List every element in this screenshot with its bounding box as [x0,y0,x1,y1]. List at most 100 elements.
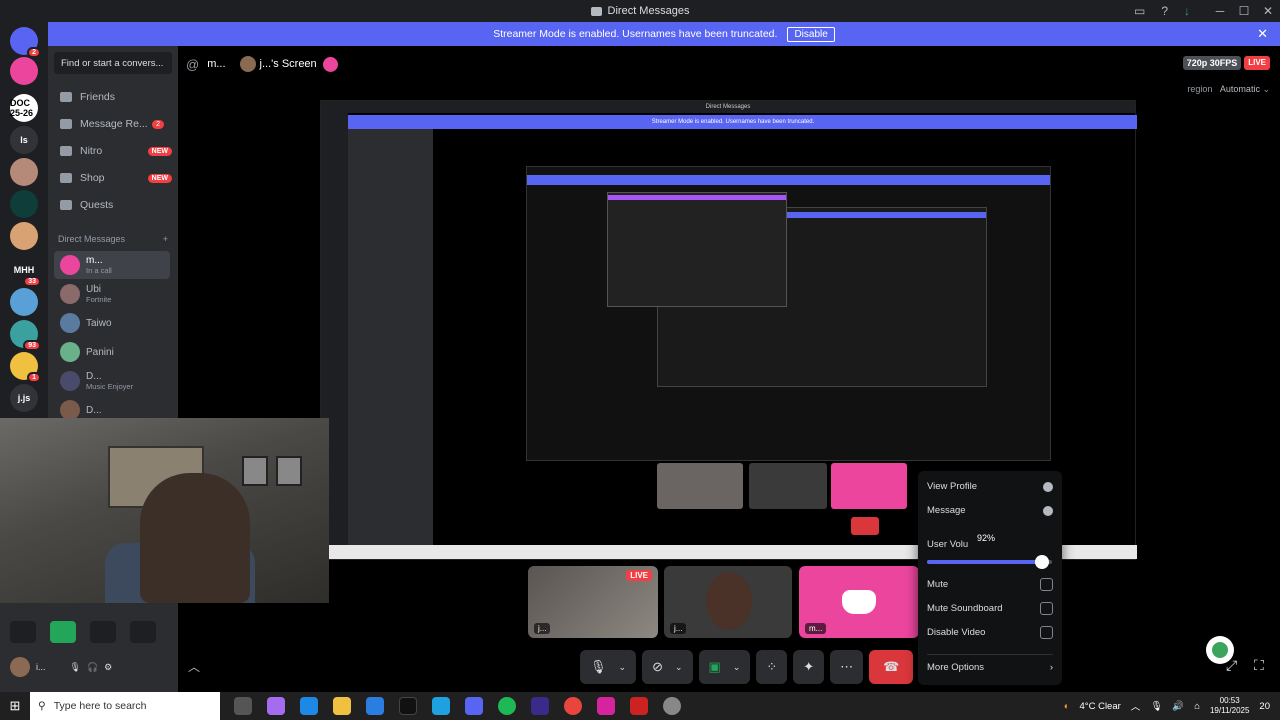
soundboard-control[interactable]: ✦ [793,650,825,684]
region-selector[interactable]: region Automatic ⌄ [1187,84,1270,95]
close-banner-icon[interactable]: ✕ [1257,26,1268,42]
participant-tile-avatar[interactable]: m... [799,566,919,638]
server-icon[interactable] [10,158,38,186]
server-icon[interactable]: MHH 33 [10,256,41,287]
dm-list-item[interactable]: m... In a call [54,251,170,279]
windows-start-icon[interactable]: ⊞ [0,698,30,714]
activities-control[interactable]: ⁘ [756,650,788,684]
inbox-button[interactable]: ▭ [1134,4,1145,18]
nav-item-messagere[interactable]: Message Re... 2 [54,113,172,135]
dm-list-item[interactable]: Taiwo [54,309,170,337]
participant-tile-camera[interactable]: j... [664,566,792,638]
add-dm-button[interactable]: + [163,234,168,244]
volume-icon[interactable]: 🔊 [1172,701,1184,712]
gear-icon[interactable]: ⚙ [104,662,112,673]
store-icon[interactable] [366,697,384,715]
streamer-mode-banner: Streamer Mode is enabled. Usernames have… [48,22,1280,46]
server-icon[interactable]: DOC 25-26 [10,94,38,122]
taskbar-search[interactable]: ⚲ Type here to search [30,692,220,720]
mute-checkbox[interactable] [1040,578,1053,591]
participant-tile-stream[interactable]: LIVE j... [528,566,658,638]
disable-streamer-mode-button[interactable]: Disable [787,26,835,42]
server-icon[interactable]: 93 [10,320,41,351]
chrome-icon[interactable] [564,697,582,715]
server-icon[interactable]: j.js [10,384,38,412]
more-control[interactable]: ⋯ [830,650,864,684]
server-icon[interactable]: 2 [10,27,41,58]
server-icon[interactable] [10,222,38,250]
dm-name: Taiwo [86,317,112,329]
dm-list-item[interactable]: Panini [54,338,170,366]
taskbar-apps [234,697,681,715]
camera-off-button[interactable] [10,621,36,643]
download-icon[interactable]: ↓ [1184,4,1190,18]
notification-count[interactable]: 20 [1259,701,1270,712]
mic-icon[interactable]: 🎙 [70,662,81,673]
fullscreen-icon[interactable]: ⛶ [1254,657,1264,674]
edge-icon[interactable] [300,697,318,715]
mute-soundboard-checkbox[interactable] [1040,602,1053,615]
webcam-video[interactable] [0,418,329,603]
live-badge: LIVE [626,570,652,581]
chevron-down-icon[interactable]: ⌄ [619,662,627,673]
popout-icon[interactable]: ⤢ [1226,657,1237,674]
activities-button[interactable] [90,621,116,643]
search-input[interactable]: Find or start a convers... [54,52,172,74]
tiktok-icon[interactable] [399,697,417,715]
view-profile-item[interactable]: View Profile [927,481,1053,492]
disable-video-item[interactable]: Disable Video [927,626,1053,639]
instagram-icon[interactable] [597,697,615,715]
app-icon[interactable] [630,697,648,715]
spotify-icon[interactable] [498,697,516,715]
server-icon[interactable] [10,288,38,316]
end-call-button[interactable]: ☎ [869,650,914,684]
volume-knob[interactable] [1035,555,1049,569]
user-volume-slider[interactable] [927,555,1052,569]
collapse-icon[interactable]: ︿ [188,658,200,675]
task-view-icon[interactable] [234,697,252,715]
nav-item-friends[interactable]: Friends [54,86,172,108]
clock[interactable]: 00:53 19/11/2025 [1210,696,1249,716]
nav-item-shop[interactable]: Shop NEW [54,167,172,189]
dm-status: Fortnite [86,295,112,304]
bing-icon[interactable] [432,697,450,715]
more-options-item[interactable]: More Options › [927,662,1053,673]
network-icon[interactable]: ⌂ [1194,701,1200,712]
screen-share-button[interactable] [50,621,76,643]
chevron-down-icon[interactable]: ⌄ [733,662,741,673]
help-icon[interactable]: ? [1161,4,1168,18]
maximize-button[interactable]: ☐ [1232,4,1256,18]
mute-soundboard-item[interactable]: Mute Soundboard [927,602,1053,615]
file-explorer-icon[interactable] [333,697,351,715]
weather-text[interactable]: 4°C Clear [1080,701,1121,712]
discord-icon[interactable] [465,697,483,715]
mic-control[interactable]: 🎙 ⌄ [580,650,637,684]
user-avatar[interactable] [10,657,30,677]
app-icon[interactable] [663,697,681,715]
dm-name: m... [207,58,226,70]
message-item[interactable]: Message [927,505,1053,516]
server-icon[interactable]: 1 [10,352,41,383]
server-icon[interactable] [10,57,38,85]
dm-list-item[interactable]: Ubi Fortnite [54,280,170,308]
nav-item-quests[interactable]: Quests [54,194,172,216]
server-icon[interactable] [10,190,38,218]
app-icon[interactable] [531,697,549,715]
close-window-button[interactable]: ✕ [1256,4,1280,18]
mute-item[interactable]: Mute [927,578,1053,591]
share-screen-control[interactable]: ▣ ⌄ [698,650,751,684]
mic-icon[interactable]: 🎙 [1150,701,1162,712]
chevron-down-icon[interactable]: ⌄ [675,662,683,673]
minimize-button[interactable]: ─ [1208,4,1232,18]
nav-item-nitro[interactable]: Nitro NEW [54,140,172,162]
server-icon[interactable]: ls [10,126,38,154]
nested-stream-level-2 [526,166,1051,461]
nested-end-call [851,517,879,535]
headphones-icon[interactable]: 🎧 [87,662,98,673]
disable-video-checkbox[interactable] [1040,626,1053,639]
dm-list-item[interactable]: D... Music Enjoyer [54,367,170,395]
copilot-icon[interactable] [267,697,285,715]
camera-control[interactable]: ⊘ ⌄ [642,650,693,684]
chevron-up-icon[interactable]: ︿ [1131,699,1141,713]
soundboard-button[interactable] [130,621,156,643]
